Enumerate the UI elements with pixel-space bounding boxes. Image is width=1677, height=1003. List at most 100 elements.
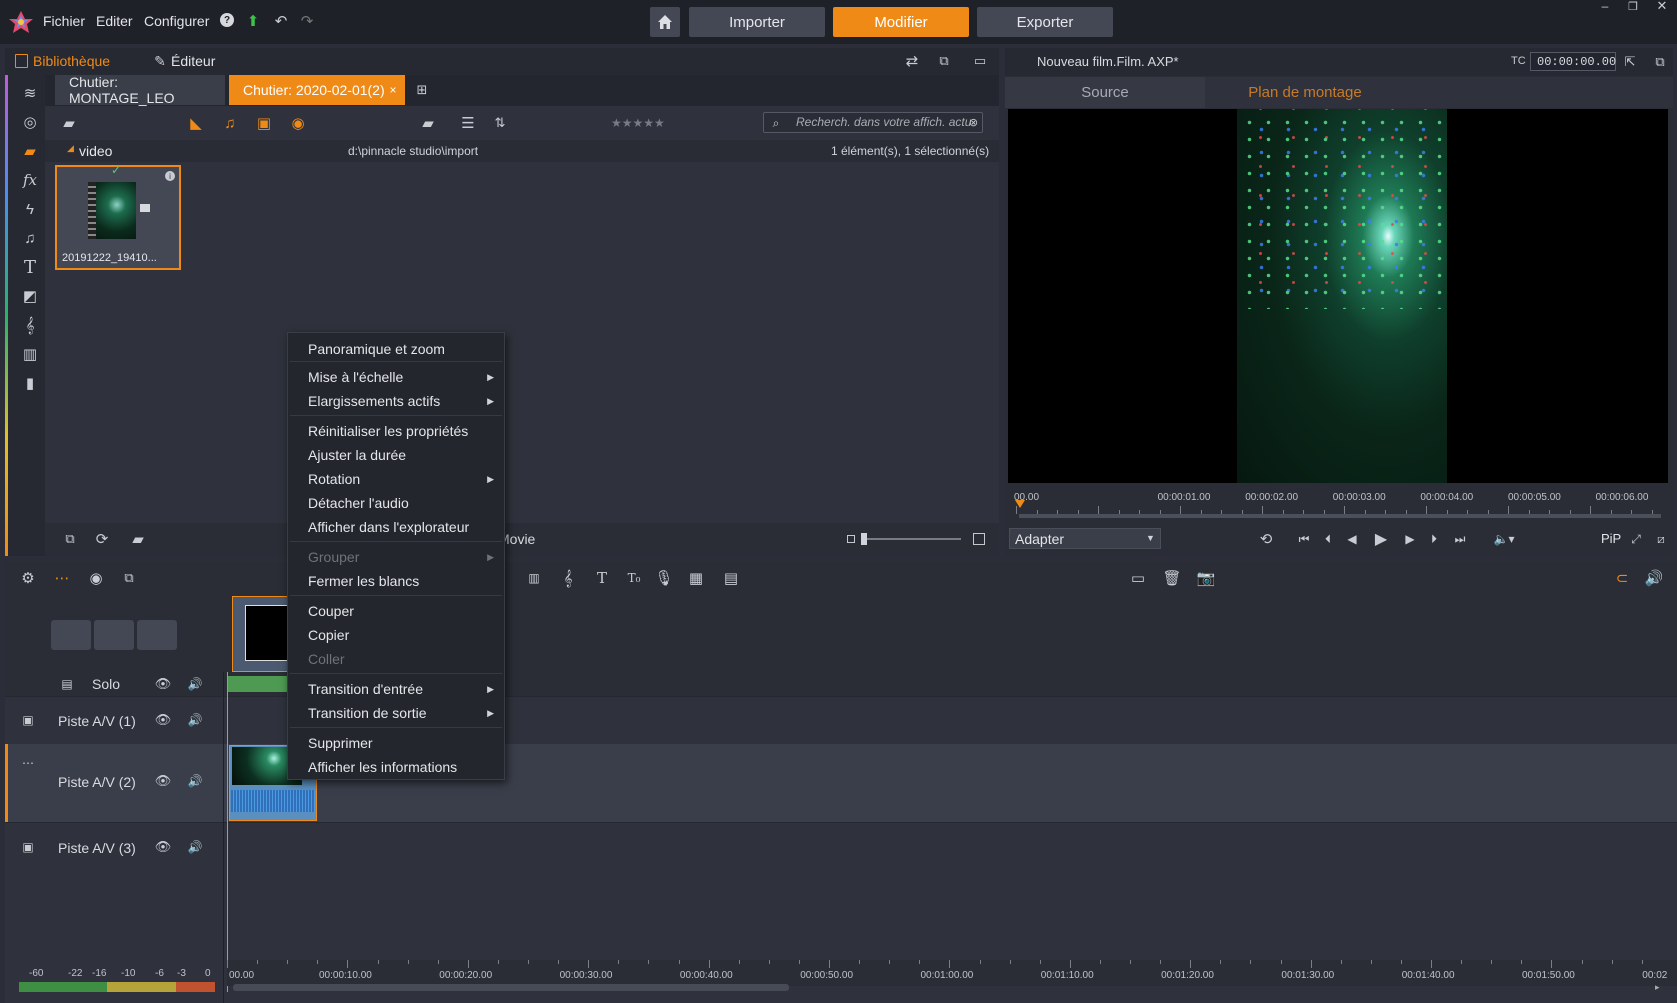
external-preview-icon[interactable]: ⇱ [1621,53,1639,71]
grid-icon[interactable]: ▦ [687,569,705,587]
fx-icon[interactable]: fx [18,168,42,192]
tab-plan-de-montage[interactable]: Plan de montage [1205,77,1405,108]
fit-select[interactable]: Adapter ▼ [1009,528,1161,549]
upload-icon[interactable]: ⬆ [244,12,262,30]
clef-icon[interactable]: 𝄞 [18,313,42,337]
copy-window-icon[interactable]: ⧉ [935,52,953,70]
layers-icon[interactable]: ≋ [18,81,42,105]
context-menu-item[interactable]: Copier [308,627,504,643]
copy-icon[interactable]: ⧉ [61,530,79,548]
speaker-icon[interactable]: 🔊 [1645,569,1664,587]
track-3-label[interactable]: Piste A/V (3) [58,840,136,856]
folder-icon[interactable]: ▰ [18,139,42,163]
pin-icon[interactable]: ⊞ [413,81,431,99]
track-type-icon[interactable]: ▣ [19,838,37,856]
storyboard-icon[interactable]: ▭ [1129,569,1147,587]
zoom-slider[interactable] [863,538,961,540]
list-view-icon[interactable]: ☰ [457,114,479,132]
home-button[interactable] [650,7,680,37]
tab-editeur[interactable]: Éditeur [171,53,215,69]
solo-track-clip[interactable] [227,676,293,692]
piano-icon[interactable]: ▥ [18,342,42,366]
volume-icon[interactable]: 🔈▾ [1491,530,1517,548]
audio-icon[interactable]: 🔊 [187,838,203,856]
subtitle-tool-icon[interactable]: T₀ [623,569,645,587]
exporter-button[interactable]: Exporter [977,7,1113,37]
import-folder-icon[interactable]: ▰ [127,530,149,548]
track-2-label[interactable]: Piste A/V (2) [58,774,136,790]
trash-icon[interactable]: 🗑 [1162,569,1181,587]
preview-playhead[interactable] [1015,500,1025,508]
info-icon[interactable]: i [165,171,175,181]
context-menu-item[interactable]: Mise à l'échelle ▶ [308,369,504,385]
previous-frame-icon[interactable]: ⏴ [1321,530,1335,548]
play-icon[interactable]: ▶ [1371,529,1391,549]
restore-icon[interactable]: ❐ [1626,0,1640,13]
minimize-icon[interactable]: – [1598,0,1612,13]
audio-icon[interactable]: 🔊 [187,675,203,693]
edit-icon[interactable]: ✎ [151,52,169,70]
context-menu-item[interactable]: Ajuster la durée [308,447,504,463]
title-icon[interactable]: T [18,255,42,279]
search-box[interactable]: ⌕ Recherch. dans votre affich. actu ⊗ [763,112,983,133]
importer-button[interactable]: Importer [689,7,825,37]
step-back-icon[interactable]: ◀ [1345,530,1359,548]
video-filter-icon[interactable]: ◣ [187,114,205,132]
photo-filter-icon[interactable]: ▣ [255,114,273,132]
timeline-ruler[interactable]: 00.00 00:00:10.00 00:00:20.00 00:00:30.00 00… [227,960,1677,986]
more-icon[interactable]: ⋯ [53,569,71,587]
video-viewer[interactable] [1008,109,1668,483]
tab-bin-2020[interactable]: Chutier: 2020-02-01(2) × [229,75,405,105]
eye-icon[interactable]: 👁 [155,711,172,729]
next-frame-icon[interactable]: ⏵ [1427,530,1441,548]
chart-icon[interactable]: ▤ [721,569,741,587]
loop-icon[interactable]: ⟲ [1257,530,1275,548]
magnet-icon[interactable]: ⊂ [1613,569,1631,587]
context-menu-item[interactable]: Rotation ▶ [308,471,504,487]
timeline-playhead[interactable] [227,672,228,992]
close-window-icon[interactable]: ✕ [1655,0,1669,13]
microphone-icon[interactable]: 🎙 [654,569,673,587]
clear-search-icon[interactable]: ⊗ [967,116,980,129]
context-menu-item[interactable]: Détacher l'audio [308,495,504,511]
context-menu-item[interactable]: Panoramique et zoom [308,341,504,357]
tab-bin-montage[interactable]: Chutier: MONTAGE_LEO [55,74,225,106]
track-1-label[interactable]: Piste A/V (1) [58,713,136,729]
placeholder-box[interactable] [51,620,91,650]
folder-name[interactable]: video [79,143,112,159]
context-menu-item[interactable]: Afficher les informations [308,759,504,775]
track-header-icon[interactable]: ▤ [57,675,77,693]
media-thumbnail[interactable]: ✓ i 20191222_19410... [55,163,181,270]
music-filter-icon[interactable]: ♫ [221,114,239,132]
eye-icon[interactable]: 👁 [155,772,172,790]
add-folder-icon[interactable]: ▰ [59,114,79,132]
settings-icon[interactable]: ⚙ [19,569,37,587]
scroll-right-icon[interactable]: ▸ [1655,982,1660,993]
preview-scrubber[interactable] [1019,514,1661,518]
snapshot-icon[interactable]: 📷 [1197,569,1216,587]
placeholder-box[interactable] [94,620,134,650]
context-menu-item[interactable]: Fermer les blancs [308,573,504,589]
music-icon[interactable]: ♫ [18,226,42,250]
overlay-icon[interactable]: ⧉ [120,569,138,587]
menu-configurer[interactable]: Configurer [144,13,209,29]
track-menu-icon[interactable]: ⋯ [19,754,37,772]
pip-button[interactable]: PiP [1601,531,1621,546]
timeline-scrollbar[interactable] [233,984,789,991]
go-to-start-icon[interactable]: ⏮ [1295,530,1313,548]
undo-icon[interactable]: ↶ [272,12,290,30]
context-menu-item[interactable]: Elargissements actifs ▶ [308,393,504,409]
go-to-end-icon[interactable]: ⏭ [1451,530,1469,548]
zoom-slider-handle[interactable] [861,533,867,545]
record-icon[interactable]: ◉ [87,569,105,587]
context-menu-item[interactable]: Afficher dans l'explorateur [308,519,504,535]
step-forward-icon[interactable]: ▶ [1403,530,1417,548]
bibliotheque-icon[interactable] [15,54,28,68]
shapes-icon[interactable]: ◩ [18,284,42,308]
eye-icon[interactable]: 👁 [155,675,172,693]
rating-filter[interactable]: ★★★★★ [611,116,665,130]
context-menu-item[interactable]: Transition de sortie ▶ [308,705,504,721]
layout-icon[interactable]: ▭ [969,52,991,70]
audio-wave-icon[interactable]: ▮ [18,371,42,395]
crop-icon[interactable]: ⧄ [1653,530,1669,548]
